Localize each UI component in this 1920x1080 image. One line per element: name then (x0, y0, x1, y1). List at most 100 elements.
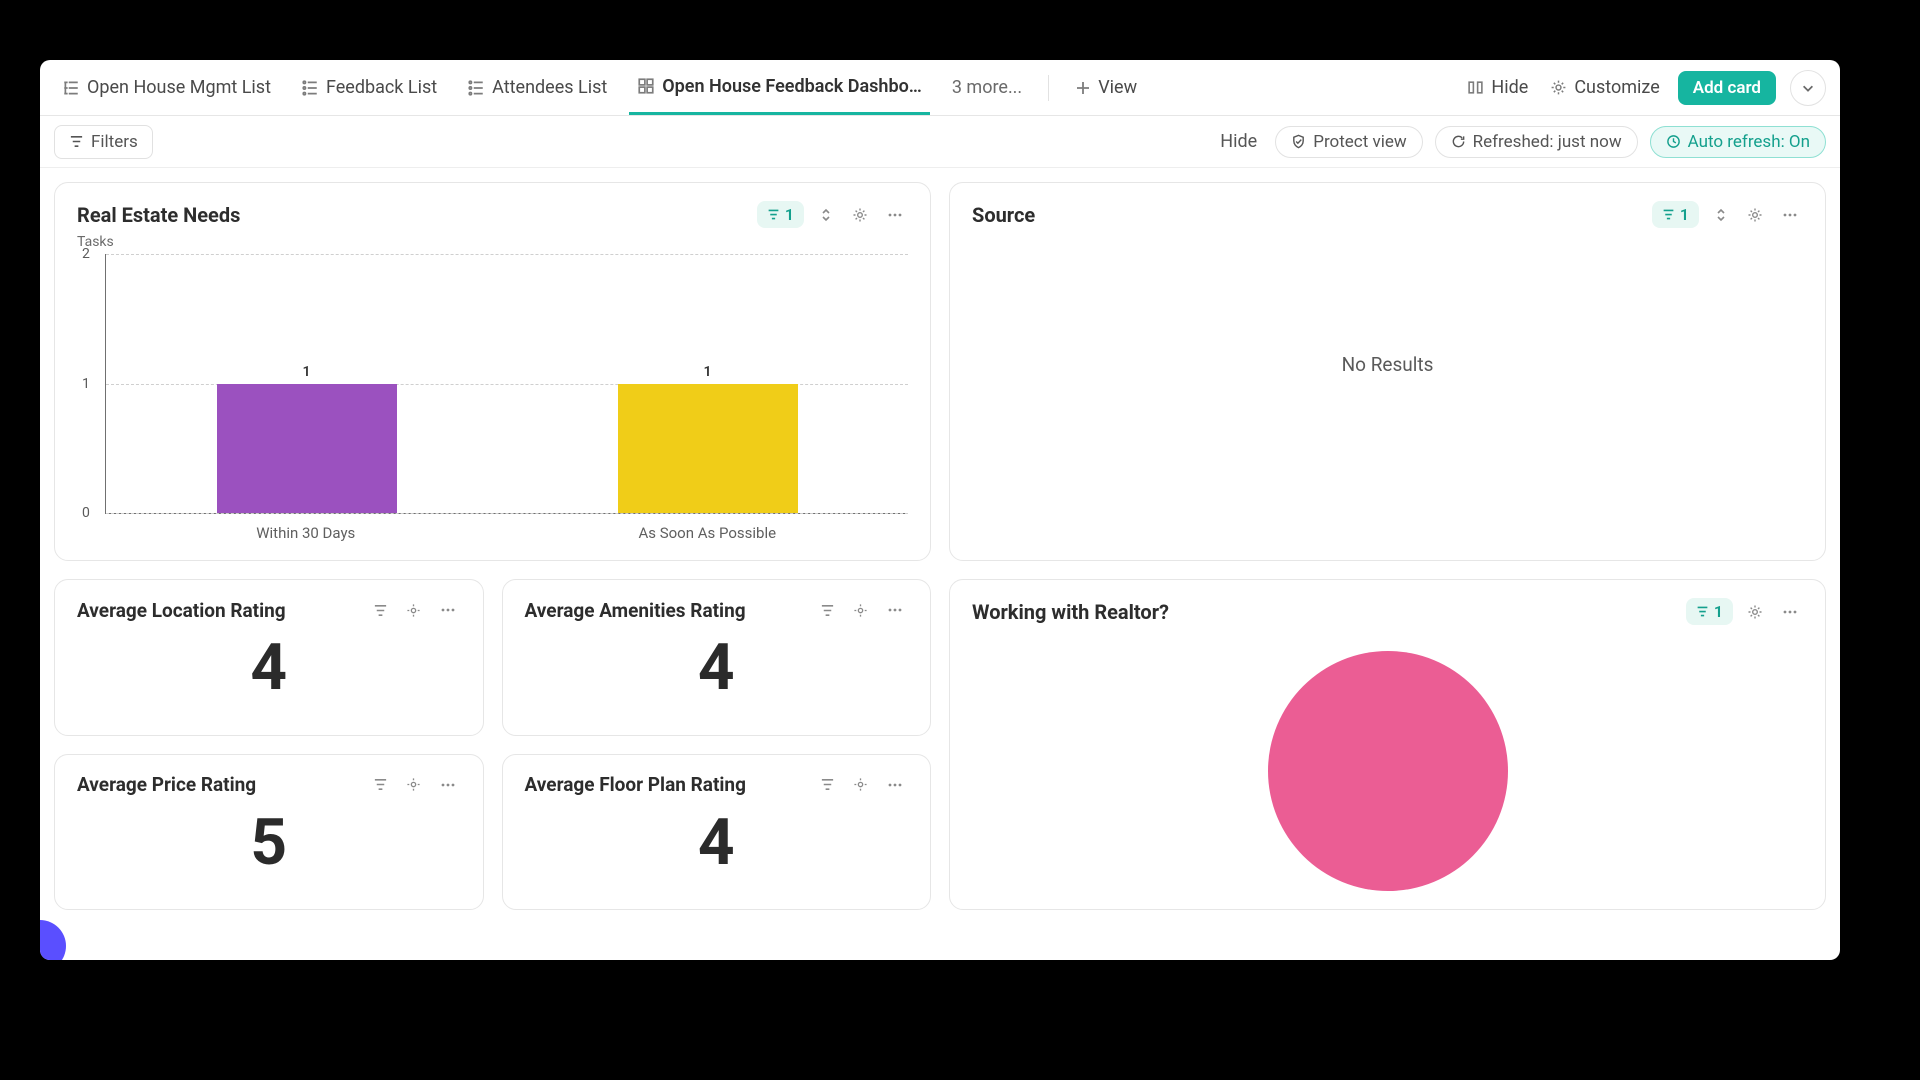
chevron-down-icon (1801, 81, 1815, 95)
metric-column-left: Average Location Rating 4 Average Amenit… (54, 579, 931, 910)
add-view-label: View (1098, 77, 1137, 98)
gear-icon[interactable] (849, 599, 872, 622)
dashboard-icon (637, 77, 655, 95)
gear-icon[interactable] (402, 599, 425, 622)
card-title: Source (972, 203, 1035, 227)
more-icon[interactable] (435, 598, 461, 622)
view-tabs: Open House Mgmt List Feedback List Atten… (40, 60, 1840, 116)
bar-column: 1 (106, 254, 507, 513)
filter-icon[interactable] (816, 599, 839, 622)
tab-open-house-feedback-dashboard[interactable]: Open House Feedback Dashbo… (629, 60, 930, 115)
tab-open-house-mgmt-list[interactable]: Open House Mgmt List (54, 60, 279, 115)
autorefresh-label: Auto refresh: On (1688, 132, 1810, 152)
tab-attendees-list[interactable]: Attendees List (459, 60, 615, 115)
no-results-text: No Results (972, 234, 1803, 494)
bar-rect[interactable] (618, 384, 798, 514)
card-title: Real Estate Needs (77, 203, 240, 227)
tab-label: Attendees List (492, 77, 607, 98)
card-title: Average Floor Plan Rating (525, 773, 746, 796)
dashboard-grid: Real Estate Needs 1 Tasks 01211 Within 3… (40, 168, 1840, 924)
refresh-icon (1451, 134, 1466, 149)
hide-columns-button[interactable]: Hide (1463, 77, 1532, 98)
gear-icon[interactable] (849, 773, 872, 796)
hide-link[interactable]: Hide (1214, 131, 1263, 152)
plus-icon (1075, 80, 1091, 96)
filters-label: Filters (91, 132, 138, 152)
card-title: Average Price Rating (77, 773, 256, 796)
bar-column: 1 (507, 254, 908, 513)
filter-icon[interactable] (369, 773, 392, 796)
card-title: Average Amenities Rating (525, 599, 746, 622)
tabs-more[interactable]: 3 more... (944, 60, 1030, 115)
customize-button[interactable]: Customize (1546, 77, 1663, 98)
y-tick: 0 (82, 505, 90, 521)
gridline (106, 513, 908, 514)
metric-value: 5 (77, 805, 461, 880)
card-avg-floor-plan-rating: Average Floor Plan Rating 4 (502, 754, 932, 911)
card-filter-badge[interactable]: 1 (1652, 201, 1699, 228)
more-icon[interactable] (882, 203, 908, 227)
gear-icon[interactable] (1743, 600, 1767, 624)
filter-icon (1696, 605, 1709, 618)
expand-icon[interactable] (1709, 203, 1733, 227)
more-icon[interactable] (1777, 600, 1803, 624)
tab-label: Open House Mgmt List (87, 77, 271, 98)
tab-feedback-list[interactable]: Feedback List (293, 60, 445, 115)
clock-icon (1666, 134, 1681, 149)
add-card-button[interactable]: Add card (1678, 71, 1776, 105)
card-filter-badge[interactable]: 1 (757, 201, 804, 228)
more-icon[interactable] (435, 773, 461, 797)
filter-icon[interactable] (369, 599, 392, 622)
bar-rect[interactable] (217, 384, 397, 514)
protect-view-button[interactable]: Protect view (1275, 126, 1422, 158)
gear-icon[interactable] (848, 203, 872, 227)
shield-icon (1291, 134, 1306, 149)
pie-chart (972, 631, 1803, 891)
autorefresh-toggle[interactable]: Auto refresh: On (1650, 126, 1826, 158)
card-filter-badge[interactable]: 1 (1686, 598, 1733, 625)
refreshed-label: Refreshed: just now (1473, 132, 1622, 152)
tab-label: Feedback List (326, 77, 437, 98)
list-icon (301, 79, 319, 97)
filter-icon[interactable] (816, 773, 839, 796)
more-icon[interactable] (1777, 203, 1803, 227)
expand-icon[interactable] (814, 203, 838, 227)
y-tick: 1 (82, 376, 90, 392)
filter-count: 1 (1714, 602, 1723, 621)
customize-label: Customize (1574, 77, 1659, 98)
hide-label: Hide (1491, 77, 1528, 98)
filter-count: 1 (785, 205, 794, 224)
gear-icon[interactable] (1743, 203, 1767, 227)
more-icon[interactable] (882, 598, 908, 622)
y-axis-label: Tasks (77, 234, 908, 250)
filter-count: 1 (1680, 205, 1689, 224)
tab-label: Open House Feedback Dashbo… (662, 76, 922, 97)
app-window: Open House Mgmt List Feedback List Atten… (40, 60, 1840, 960)
list-icon (467, 79, 485, 97)
pie-slice (1268, 651, 1508, 891)
filter-icon (1662, 208, 1675, 221)
metric-value: 4 (77, 630, 461, 705)
y-tick: 2 (82, 246, 90, 262)
more-menu-button[interactable] (1790, 70, 1826, 106)
help-bubble[interactable] (40, 920, 66, 960)
bar-value-label: 1 (704, 364, 712, 380)
filters-button[interactable]: Filters (54, 125, 153, 159)
more-icon[interactable] (882, 773, 908, 797)
card-working-with-realtor: Working with Realtor? 1 (949, 579, 1826, 910)
filter-icon (69, 134, 84, 149)
card-avg-price-rating: Average Price Rating 5 (54, 754, 484, 911)
gear-icon[interactable] (402, 773, 425, 796)
hide-icon (1467, 79, 1484, 96)
filter-icon (767, 208, 780, 221)
metric-value: 4 (525, 630, 909, 705)
dashboard-toolbar: Filters Hide Protect view Refreshed: jus… (40, 116, 1840, 168)
add-view[interactable]: View (1067, 60, 1145, 115)
gear-icon (1550, 79, 1567, 96)
hierarchy-list-icon (62, 79, 80, 97)
bar-value-label: 1 (303, 364, 311, 380)
refreshed-status[interactable]: Refreshed: just now (1435, 126, 1638, 158)
card-avg-location-rating: Average Location Rating 4 (54, 579, 484, 736)
metric-value: 4 (525, 805, 909, 880)
card-real-estate-needs: Real Estate Needs 1 Tasks 01211 Within 3… (54, 182, 931, 561)
